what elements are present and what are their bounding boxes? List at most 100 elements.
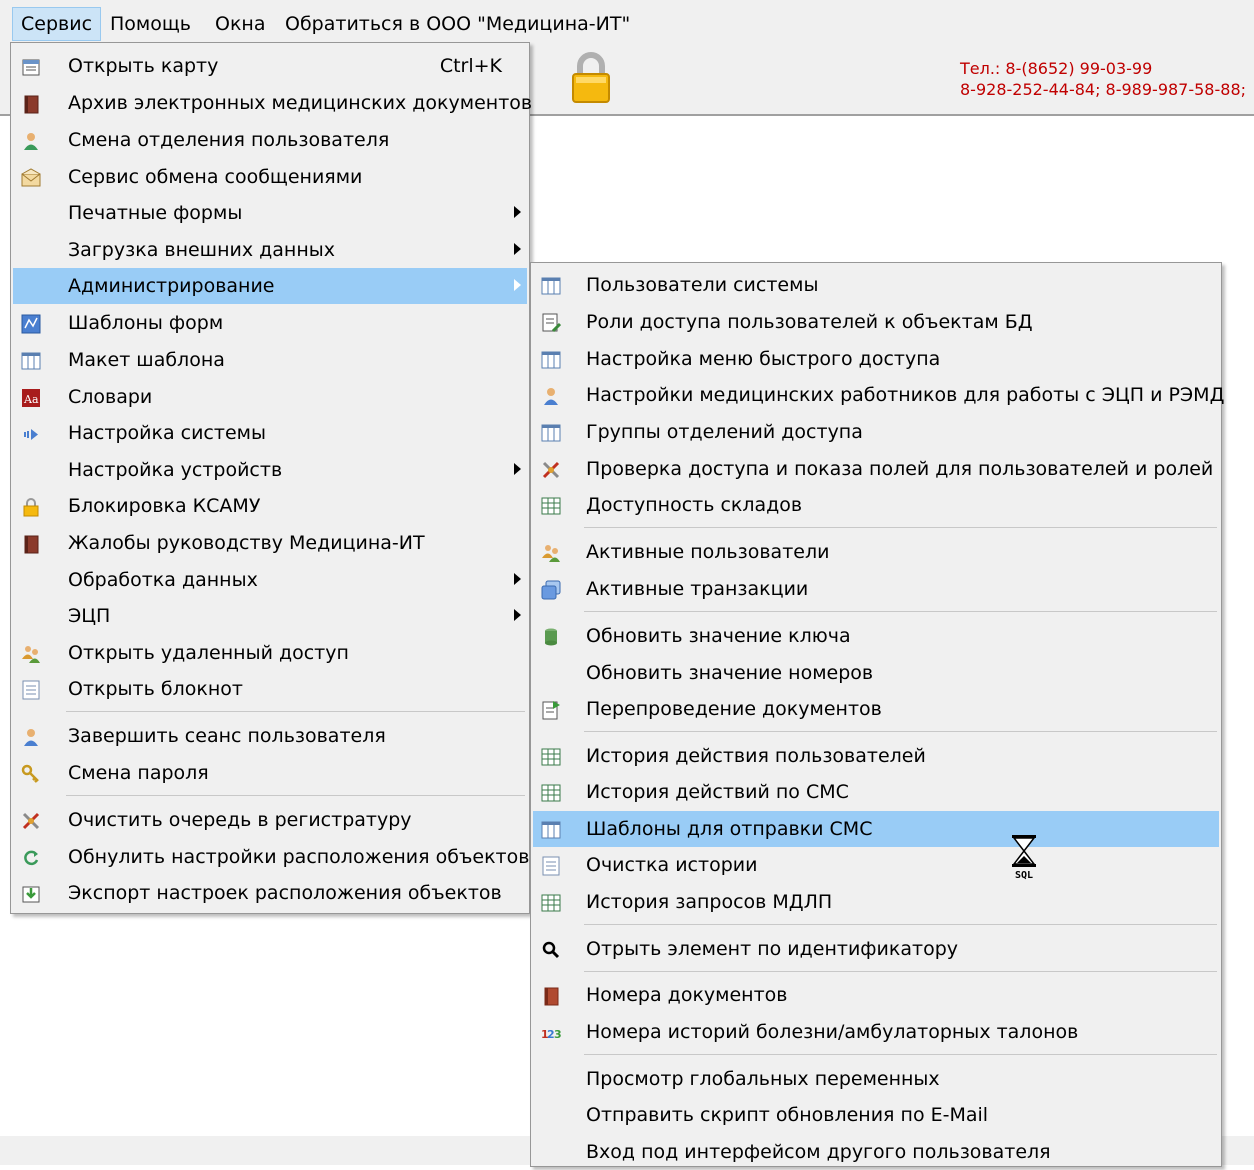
form-template-icon [21,314,41,334]
book-icon [24,95,39,114]
submenu-item-history-numbers[interactable]: 123 Номера историй болезни/амбулаторных … [533,1014,1219,1050]
menu-item-label: Номера историй болезни/амбулаторных тало… [586,1021,1079,1043]
menu-item-messaging[interactable]: Сервис обмена сообщениями [13,159,527,195]
submenu-item-sms-templates[interactable]: Шаблоны для отправки СМС [533,811,1219,847]
menu-help[interactable]: Помощь [102,8,199,40]
menu-servis[interactable]: Сервис [12,7,102,41]
menu-item-end-session[interactable]: Завершить сеанс пользователя [13,718,527,754]
menu-item-label: Отрыть элемент по идентификатору [586,938,959,960]
menubar: Сервис Помощь Окна Обратиться в ООО "Мед… [0,0,1254,42]
submenu-item-quick-menu[interactable]: Настройка меню быстрого доступа [533,341,1219,377]
submenu-item-department-groups[interactable]: Группы отделений доступа [533,414,1219,450]
menu-item-form-templates[interactable]: Шаблоны форм [13,305,527,341]
submenu-item-medical-workers-ecp[interactable]: Настройки медицинских работников для раб… [533,377,1224,413]
menu-item-complaints[interactable]: Жалобы руководству Медицина-ИТ [13,525,527,561]
refresh-icon [24,850,39,866]
submenu-item-mdlp-history[interactable]: История запросов МДЛП [533,884,1219,920]
submenu-item-repost-documents[interactable]: Перепроведение документов [533,691,1219,727]
menu-item-label: Блокировка КСАМУ [68,495,261,517]
dictionary-icon: Aa [22,389,40,407]
menu-item-label: Обновить значение ключа [586,625,851,647]
menu-item-label: Настройка системы [68,422,266,444]
menu-item-lock-ksamu[interactable]: Блокировка КСАМУ [13,488,527,524]
menu-item-archive[interactable]: Архив электронных медицинских документов [13,85,532,121]
grid-icon [541,424,561,442]
menu-item-label: Настройки медицинских работников для раб… [586,384,1225,406]
search-icon [542,941,560,959]
menu-item-change-password[interactable]: Смена пароля [13,755,527,791]
menu-item-print-forms[interactable]: Печатные формы [13,195,527,231]
menu-item-label: Администрирование [68,275,275,297]
menu-separator [66,795,525,796]
menu-item-device-settings[interactable]: Настройка устройств [13,452,527,488]
submenu-item-user-history[interactable]: История действия пользователей [533,738,1219,774]
submenu-arrow-icon [514,243,521,255]
menu-item-template-layout[interactable]: Макет шаблона [13,342,527,378]
menu-item-change-department[interactable]: Смена отделения пользователя [13,122,527,158]
grid-icon [541,821,561,839]
menu-item-label: Пользователи системы [586,274,819,296]
submenu-item-field-access-check[interactable]: Проверка доступа и показа полей для поль… [533,451,1219,487]
key-icon [21,764,39,783]
menu-item-label: Шаблоны форм [68,312,224,334]
menu-item-load-external[interactable]: Загрузка внешних данных [13,232,527,268]
repost-icon [542,701,560,720]
submenu-item-send-script-email[interactable]: Отправить скрипт обновления по E-Mail [533,1097,1219,1133]
menu-item-notepad[interactable]: Открыть блокнот [13,671,527,707]
servis-dropdown-menu: Открыть карту Ctrl+K Архив электронных м… [10,42,532,914]
menu-item-label: Активные транзакции [586,578,809,600]
menu-item-label: Словари [68,386,153,408]
menu-item-label: Активные пользователи [586,541,830,563]
menu-item-label: Проверка доступа и показа полей для поль… [586,458,1214,480]
menu-item-label: Сервис обмена сообщениями [68,166,363,188]
menu-item-remote-access[interactable]: Открыть удаленный доступ [13,635,527,671]
menu-item-label: Макет шаблона [68,349,225,371]
submenu-item-active-users[interactable]: Активные пользователи [533,534,1219,570]
menu-item-open-card[interactable]: Открыть карту Ctrl+K [13,48,527,84]
submenu-item-access-roles[interactable]: Роли доступа пользователей к объектам БД [533,304,1219,340]
menu-item-label: Открыть блокнот [68,678,243,700]
notepad-icon [22,680,40,700]
menu-item-label: Архив электронных медицинских документов [68,92,533,114]
edit-doc-icon [542,313,561,333]
menu-item-system-settings[interactable]: Настройка системы [13,415,527,451]
submenu-item-warehouse-availability[interactable]: Доступность складов [533,487,1219,523]
contact-phone-2: 8-928-252-44-84; 8-989-987-58-88; [960,80,1247,99]
menu-contact-company[interactable]: Обратиться в ООО "Медицина-ИТ" [277,8,638,40]
submenu-item-active-transactions[interactable]: Активные транзакции [533,571,1219,607]
grid-icon [541,351,561,369]
menu-item-label: Перепроведение документов [586,698,882,720]
menu-item-label: Экспорт настроек расположения объектов [68,882,502,904]
menu-item-data-processing[interactable]: Обработка данных [13,562,527,598]
menu-separator [584,971,1217,972]
menu-item-reset-layout[interactable]: Обнулить настройки расположения объектов [13,839,529,875]
submenu-item-system-users[interactable]: Пользователи системы [533,267,1219,303]
submenu-item-update-numbers[interactable]: Обновить значение номеров [533,655,1219,691]
submenu-item-clear-history[interactable]: Очистка истории [533,847,1219,883]
hourglass-sql-cursor-icon: SQL [1012,835,1036,880]
tools-icon [22,812,40,830]
windows-icon [541,580,561,600]
menu-item-label: Загрузка внешних данных [68,239,335,261]
menu-item-export-layout[interactable]: Экспорт настроек расположения объектов [13,875,527,911]
menu-item-label: Очистка истории [586,854,758,876]
lock-icon[interactable] [570,52,612,104]
menu-windows[interactable]: Окна [207,8,274,40]
menu-item-clear-queue[interactable]: Очистить очередь в регистратуру [13,802,527,838]
menu-separator [584,731,1217,732]
notepad-icon [542,856,560,876]
table-icon [541,748,561,766]
menu-item-label: Настройка устройств [68,459,283,481]
menu-item-label: Отправить скрипт обновления по E-Mail [586,1104,989,1126]
submenu-item-global-variables[interactable]: Просмотр глобальных переменных [533,1061,1219,1097]
submenu-item-open-by-id[interactable]: Отрыть элемент по идентификатору [533,931,1219,967]
users-icon [22,646,40,663]
submenu-item-sms-history[interactable]: История действий по СМС [533,774,1219,810]
menu-item-ecp[interactable]: ЭЦП [13,598,527,634]
menu-item-label: Номера документов [586,984,788,1006]
submenu-item-document-numbers[interactable]: Номера документов [533,977,1219,1013]
menu-item-dictionaries[interactable]: Aa Словари [13,379,527,415]
submenu-item-update-key[interactable]: Обновить значение ключа [533,618,1219,654]
menu-item-administration[interactable]: Администрирование [13,268,527,304]
table-icon [541,894,561,912]
